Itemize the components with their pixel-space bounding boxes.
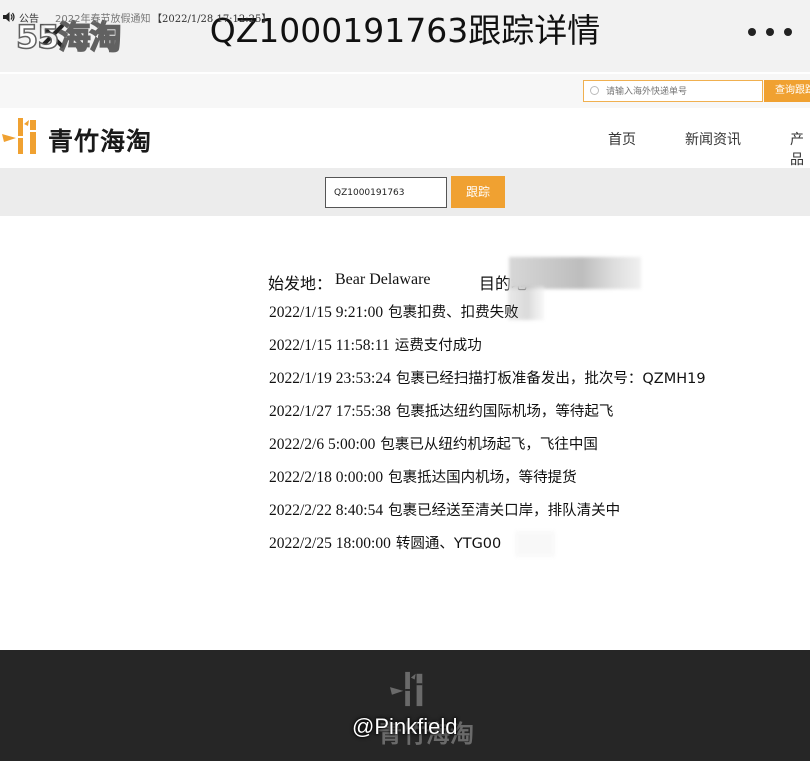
express-search-input[interactable] xyxy=(606,84,756,99)
notice-date: 【2022/1/28 17:12:25】 xyxy=(152,14,272,25)
bamboo-logo-icon xyxy=(390,671,423,707)
site-logo-text[interactable]: 青竹海淘 xyxy=(48,122,152,158)
tracking-event: 2022/1/19 23:53:24 包裹已经扫描打板准备发出，批次号：QZMH1… xyxy=(269,367,706,388)
bamboo-logo-icon[interactable] xyxy=(0,116,44,156)
event-description: 转圆通、YTG00 xyxy=(395,536,502,552)
speaker-icon xyxy=(3,12,15,22)
event-time: 2022/2/25 18:00:00 xyxy=(269,535,391,552)
tracking-event: 2022/2/25 18:00:00 转圆通、YTG00 xyxy=(269,532,501,553)
event-time: 2022/2/18 0:00:00 xyxy=(269,469,384,486)
nav-item-home[interactable]: 首页 xyxy=(608,129,636,149)
event-time: 2022/1/15 9:21:00 xyxy=(269,304,384,321)
nav-item-news[interactable]: 新闻资讯 xyxy=(685,129,741,149)
tracking-number-input[interactable] xyxy=(325,177,447,208)
tracking-event: 2022/1/15 9:21:00 包裹扣费、扣费失败 xyxy=(269,301,519,322)
event-description: 包裹扣费、扣费失败 xyxy=(388,305,519,321)
notice-label: 公告 xyxy=(19,14,39,25)
express-search-box xyxy=(583,80,763,102)
track-button[interactable]: 跟踪 xyxy=(451,176,505,208)
tracking-event: 2022/2/22 8:40:54 包裹已经送至清关口岸，排队清关中 xyxy=(269,499,620,520)
search-icon xyxy=(590,86,599,95)
event-time: 2022/1/19 23:53:24 xyxy=(269,370,391,387)
event-description: 包裹已从纽约机场起飞，飞往中国 xyxy=(380,437,598,453)
tracking-event: 2022/1/27 17:55:38 包裹抵达纽约国际机场，等待起飞 xyxy=(269,400,613,421)
origin-label: 始发地： xyxy=(268,274,333,293)
more-options-icon[interactable] xyxy=(748,22,792,42)
event-description: 运费支付成功 xyxy=(394,338,482,354)
event-description: 包裹抵达国内机场，等待提货 xyxy=(388,470,577,486)
event-time: 2022/2/6 5:00:00 xyxy=(269,436,376,453)
nav-item-products[interactable]: 产品 xyxy=(790,129,810,169)
event-description: 包裹已经送至清关口岸，排队清关中 xyxy=(388,503,621,519)
tracking-event: 2022/2/18 0:00:00 包裹抵达国内机场，等待提货 xyxy=(269,466,577,487)
event-description: 包裹抵达纽约国际机场，等待起飞 xyxy=(395,404,614,420)
tracking-event: 2022/2/6 5:00:00 包裹已从纽约机场起飞，飞往中国 xyxy=(269,433,598,454)
event-description: 包裹已经扫描打板准备发出，批次号：QZMH19 xyxy=(395,371,706,387)
redacted-area xyxy=(515,531,555,557)
tracking-event: 2022/1/15 11:58:11 运费支付成功 xyxy=(269,334,482,355)
event-time: 2022/2/22 8:40:54 xyxy=(269,502,384,519)
watermark-handle: @Pinkfield xyxy=(352,714,458,739)
event-time: 2022/1/27 17:55:38 xyxy=(269,403,391,420)
notice-link[interactable]: 2022年春节放假通知 xyxy=(55,10,150,25)
origin-value: Bear Delaware xyxy=(335,271,431,288)
redacted-destination xyxy=(509,257,641,289)
event-time: 2022/1/15 11:58:11 xyxy=(269,337,390,354)
query-tracking-button[interactable]: 查询跟踪 xyxy=(764,80,810,102)
